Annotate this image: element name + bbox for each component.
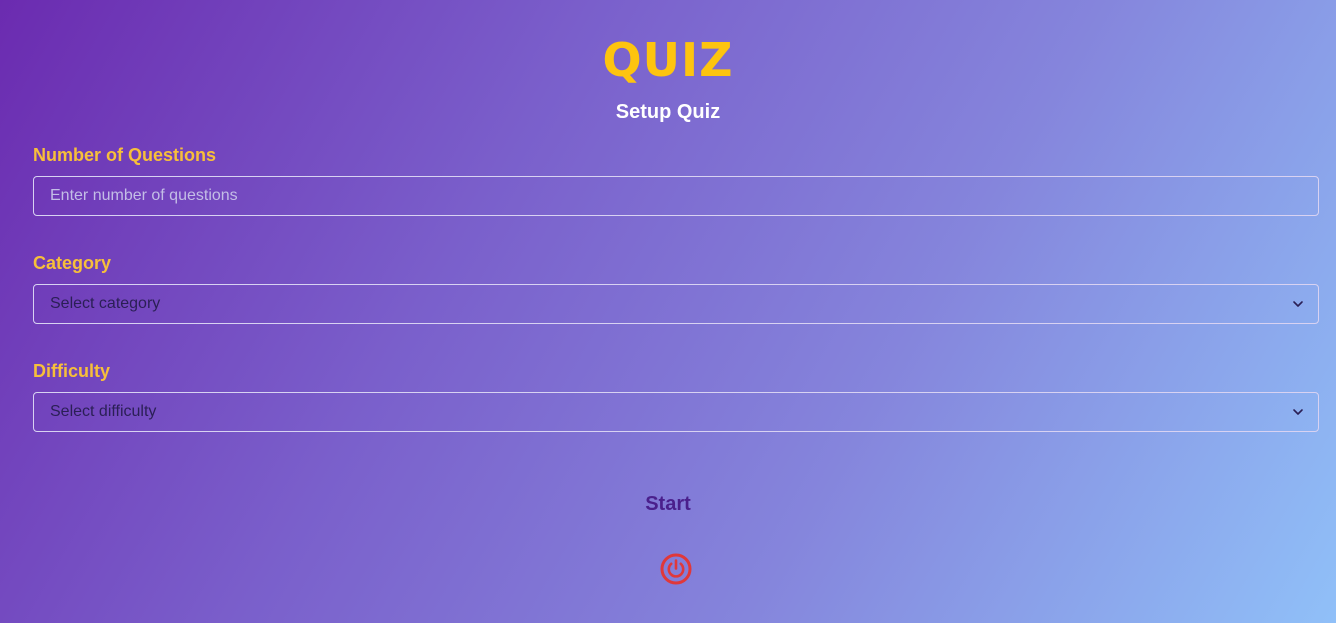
difficulty-select-value: Select difficulty <box>50 403 157 420</box>
chevron-down-icon <box>1293 409 1303 415</box>
power-icon[interactable] <box>659 552 693 586</box>
questions-input[interactable] <box>34 177 1318 215</box>
difficulty-label: Difficulty <box>33 361 111 381</box>
category-label: Category <box>33 253 112 273</box>
questions-field[interactable] <box>33 176 1319 216</box>
category-select[interactable]: Select category <box>33 284 1319 324</box>
chevron-down-icon <box>1293 301 1303 307</box>
difficulty-select[interactable]: Select difficulty <box>33 392 1319 432</box>
category-select-value: Select category <box>50 295 161 312</box>
start-button[interactable]: Start <box>618 490 718 518</box>
page-subtitle: Setup Quiz <box>615 101 721 123</box>
questions-label: Number of Questions <box>33 145 217 165</box>
page-title: QUIZ <box>602 33 734 87</box>
